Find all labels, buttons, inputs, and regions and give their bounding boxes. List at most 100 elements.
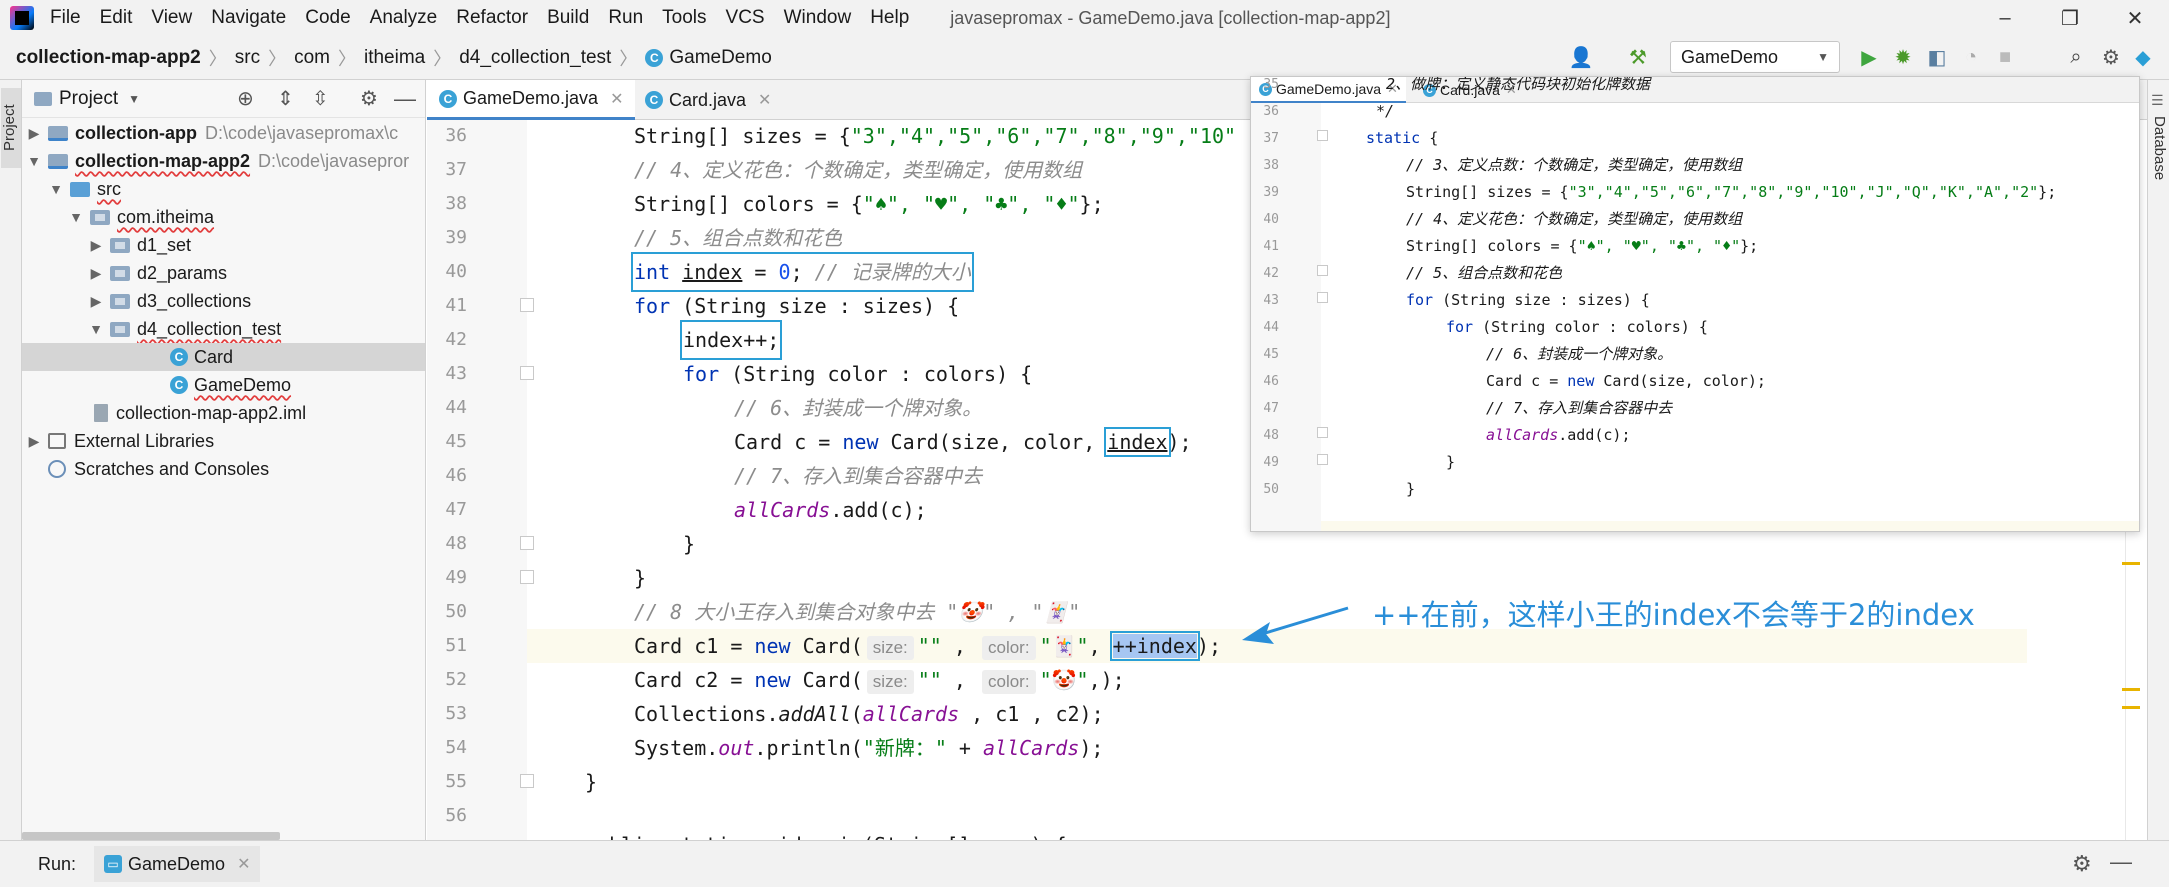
breadcrumb-module[interactable]: collection-map-app2 [16,47,201,69]
menu-edit[interactable]: Edit [100,7,133,29]
menu-navigate[interactable]: Navigate [211,7,286,29]
debug-icon[interactable]: ✹ [1890,44,1916,70]
tree-item-com-itheima[interactable]: ▼ com.itheima [22,203,425,231]
warning-marker[interactable] [2122,706,2140,709]
hide-panel-icon[interactable]: — [394,86,416,112]
warning-marker[interactable] [2122,562,2140,565]
breadcrumb-class[interactable]: C GameDemo [645,47,772,69]
user-icon[interactable]: 👤 [1568,44,1594,70]
code-line-55[interactable]: } [585,765,597,799]
tree-item-d2-params[interactable]: ▶ d2_params [22,259,425,287]
run-icon[interactable]: ▶ [1856,44,1882,70]
fold-marker-icon[interactable] [520,570,534,584]
breadcrumb-package[interactable]: d4_collection_test [459,47,611,69]
breadcrumb-src[interactable]: src [235,47,260,69]
chevron-down-icon[interactable]: ▼ [26,153,42,169]
menu-file[interactable]: File [50,7,81,29]
tree-item-iml[interactable]: collection-map-app2.iml [22,399,425,427]
project-tool-window-button[interactable]: Project [1,88,21,168]
fold-marker-icon[interactable] [1317,265,1328,276]
menu-analyze[interactable]: Analyze [370,7,438,29]
hide-panel-icon[interactable]: — [2110,849,2132,875]
code-line-51[interactable]: Card c1 = new Card(size: "" , color: "🃏", … [634,629,1221,663]
menu-help[interactable]: Help [870,7,909,29]
fold-marker-icon[interactable] [1317,130,1328,141]
tree-item-d1-set[interactable]: ▶ d1_set [22,231,425,259]
profile-icon[interactable]: ◔ [1958,44,1984,70]
chevron-right-icon[interactable]: ▶ [26,433,42,450]
warning-marker[interactable] [2122,688,2140,691]
tree-item-d3-collections[interactable]: ▶ d3_collections [22,287,425,315]
selected-text[interactable]: ++index [1109,631,1200,661]
menu-view[interactable]: View [151,7,192,29]
build-hammer-icon[interactable]: ⚒ [1625,44,1651,70]
fold-marker-icon[interactable] [520,298,534,312]
code-line-42-highlighted[interactable]: index++; [679,320,783,360]
tree-item-external-libraries[interactable]: ▶ External Libraries [22,427,425,455]
close-icon[interactable]: ✕ [610,89,623,109]
chevron-down-icon[interactable]: ▼ [68,209,84,225]
code-line-53[interactable]: Collections.addAll(allCards , c1 , c2); [634,697,1104,731]
chevron-down-icon[interactable]: ▼ [48,181,64,197]
database-icon[interactable]: ☰ [2151,92,2164,109]
minimize-button[interactable]: – [1975,0,2035,36]
run-configuration-select[interactable]: GameDemo ▼ [1670,41,1840,73]
menu-tools[interactable]: Tools [662,7,706,29]
project-panel-title[interactable]: Project [59,88,118,110]
code-line-48[interactable]: } [683,527,695,561]
chevron-right-icon[interactable]: ▶ [88,293,104,310]
tab-card-java[interactable]: C Card.java ✕ [633,80,783,120]
menu-run[interactable]: Run [608,7,643,29]
tree-item-src[interactable]: ▼ src [22,175,425,203]
chevron-down-icon[interactable]: ▼ [128,92,140,106]
plugin-icon[interactable]: ◆ [2130,44,2156,70]
menu-refactor[interactable]: Refactor [456,7,528,29]
collapse-all-icon[interactable]: ⇳ [312,86,329,111]
breadcrumb-com[interactable]: com [294,47,330,69]
code-line-38[interactable]: String[] colors = {"♠", "♥", "♣", "♦"}; [634,187,1104,221]
stop-icon[interactable]: ■ [1992,44,2018,70]
database-tool-window-button[interactable]: Database [2148,116,2168,180]
menu-vcs[interactable]: VCS [726,7,765,29]
tree-item-d4-collection-test[interactable]: ▼ d4_collection_test [22,315,425,343]
code-line-47[interactable]: allCards.add(c); [734,493,927,527]
settings-gear-icon[interactable]: ⚙ [2098,44,2124,70]
tab-gamedemo-java[interactable]: C GameDemo.java ✕ [427,80,636,120]
menu-build[interactable]: Build [547,7,589,29]
chevron-right-icon[interactable]: ▶ [88,237,104,254]
maximize-button[interactable]: ❐ [2040,0,2100,36]
menu-window[interactable]: Window [784,7,852,29]
locate-target-icon[interactable]: ⊕ [237,86,254,111]
settings-gear-icon[interactable]: ⚙ [2072,851,2092,877]
search-icon[interactable]: ⌕ [2063,44,2089,70]
tree-item-collection-app[interactable]: ▶ collection-app D:\code\javasepromax\c [22,119,425,147]
close-window-button[interactable]: ✕ [2105,0,2165,36]
code-line-46[interactable]: // 7、存入到集合容器中去 [734,459,982,493]
fold-marker-icon[interactable] [520,774,534,788]
code-line-54[interactable]: System.out.println("新牌：" + allCards); [634,731,1103,765]
expand-all-icon[interactable]: ⇕ [277,86,294,111]
code-line-50[interactable]: // 8 大小王存入到集合对象中去 "🤡" , "🃏" [634,595,1080,629]
coverage-icon[interactable]: ◧ [1924,44,1950,70]
tree-item-card[interactable]: C Card [22,343,425,371]
code-line-43[interactable]: for (String color : colors) { [683,357,1032,391]
code-line-49[interactable]: } [634,561,646,595]
chevron-down-icon[interactable]: ▼ [88,321,104,337]
fold-marker-icon[interactable] [1317,427,1328,438]
code-line-36[interactable]: String[] sizes = {"3","4","5","6","7","8… [634,119,1236,153]
settings-gear-icon[interactable]: ⚙ [360,86,378,111]
code-line-44[interactable]: // 6、封装成一个牌对象。 [734,391,982,425]
tree-item-scratches[interactable]: Scratches and Consoles [22,455,425,483]
code-line-39[interactable]: // 5、组合点数和花色 [634,221,842,255]
close-icon[interactable]: ✕ [758,90,771,110]
code-line-41[interactable]: for (String size : sizes) { [634,289,959,323]
tree-item-collection-map-app2[interactable]: ▼ collection-map-app2 D:\code\javasepror [22,147,425,175]
chevron-right-icon[interactable]: ▶ [26,125,42,142]
code-line-52[interactable]: Card c2 = new Card(size: "" , color: "🤡",)… [634,663,1125,697]
run-tab-gamedemo[interactable]: ▭ GameDemo ✕ [94,846,261,882]
close-icon[interactable]: ✕ [237,854,250,874]
horizontal-scrollbar[interactable] [22,832,280,840]
fold-marker-icon[interactable] [520,536,534,550]
fold-marker-icon[interactable] [1317,454,1328,465]
breadcrumb-itheima[interactable]: itheima [364,47,425,69]
